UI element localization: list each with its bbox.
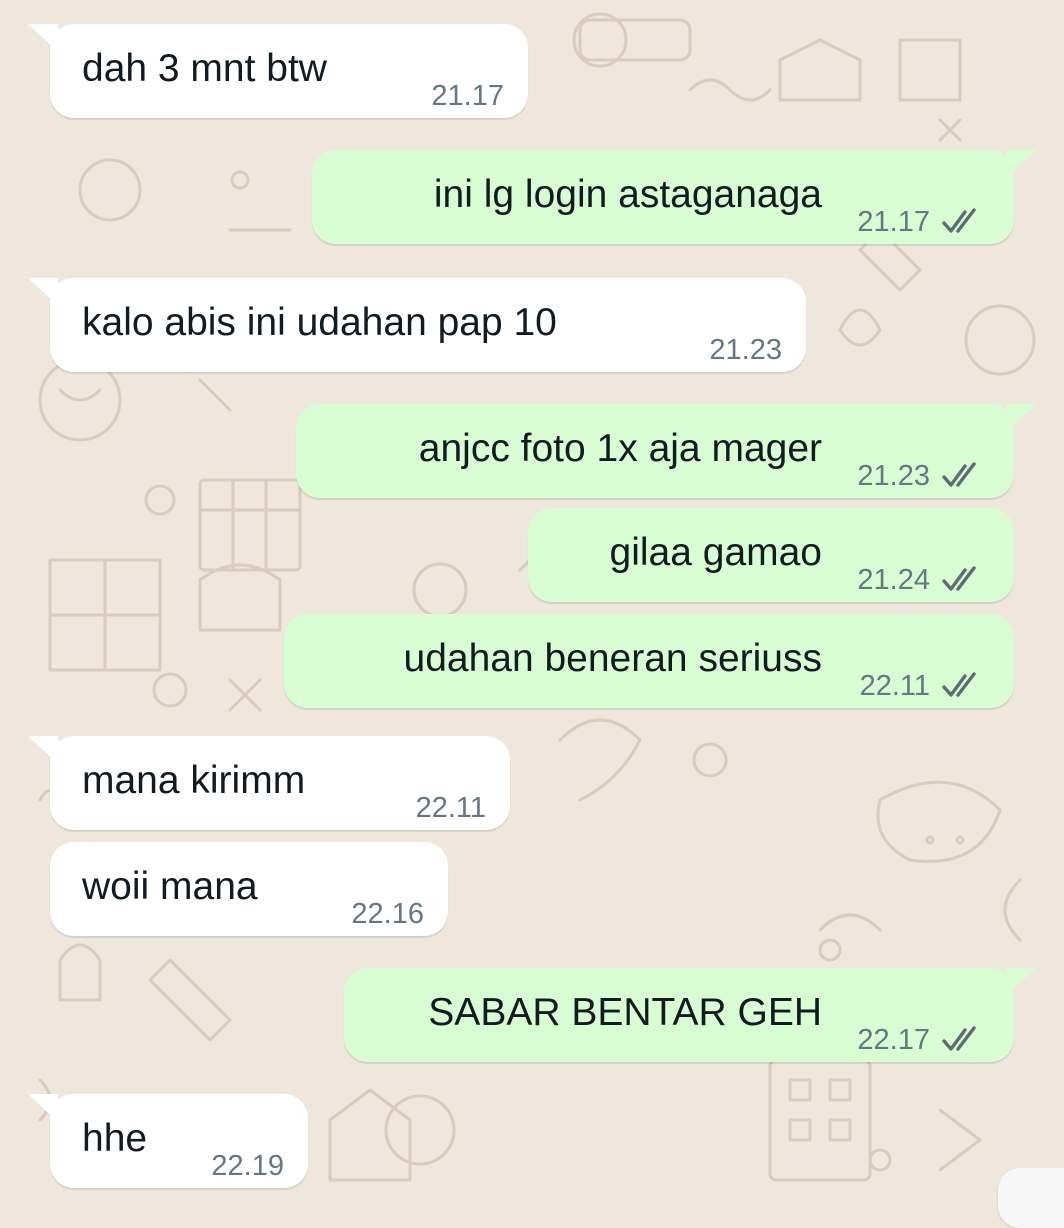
bubble-tail	[28, 736, 58, 764]
message-text: woii mana	[82, 865, 258, 908]
double-check-icon	[942, 672, 976, 697]
scroll-to-bottom-button[interactable]	[998, 1168, 1064, 1228]
message-bubble-incoming[interactable]: kalo abis ini udahan pap 10 21.23	[28, 278, 806, 372]
double-check-icon	[942, 566, 976, 591]
message-text: udahan beneran seriuss	[403, 637, 822, 680]
message-timestamp: 22.11	[415, 792, 486, 824]
double-check-icon	[942, 462, 976, 487]
message-timestamp: 21.23	[709, 334, 782, 366]
message-bubble-incoming[interactable]: mana kirimm 22.11	[28, 736, 510, 830]
message-timestamp: 22.17	[857, 1024, 930, 1056]
message-timestamp: 22.19	[211, 1150, 284, 1182]
double-check-icon	[942, 208, 976, 233]
bubble-tail	[1006, 150, 1036, 178]
message-timestamp: 22.16	[351, 898, 424, 930]
message-bubble-incoming[interactable]: dah 3 mnt btw 21.17	[28, 24, 528, 118]
message-text: gilaa gamao	[609, 531, 822, 574]
message-text: kalo abis ini udahan pap 10	[82, 301, 557, 344]
message-text: mana kirimm	[82, 759, 306, 802]
message-bubble-outgoing[interactable]: ini lg login astaganaga 21.17	[312, 150, 1036, 244]
message-timestamp: 21.17	[857, 206, 930, 238]
message-text: hhe	[82, 1117, 148, 1160]
message-timestamp: 21.23	[857, 460, 930, 492]
bubble-tail	[28, 278, 58, 306]
message-timestamp: 21.24	[857, 564, 930, 596]
bubble-tail	[28, 1094, 58, 1122]
message-bubble-outgoing[interactable]: udahan beneran seriuss 22.11	[284, 614, 1014, 708]
message-text: anjcc foto 1x aja mager	[418, 427, 822, 470]
message-text: SABAR BENTAR GEH	[428, 991, 822, 1034]
message-timestamp: 22.11	[859, 670, 930, 702]
bubble-tail	[1006, 404, 1036, 432]
message-text: ini lg login astaganaga	[433, 173, 822, 216]
message-bubble-incoming[interactable]: hhe 22.19	[28, 1094, 308, 1188]
message-bubble-outgoing[interactable]: SABAR BENTAR GEH 22.17	[344, 968, 1036, 1062]
message-bubble-incoming[interactable]: woii mana 22.16	[50, 842, 448, 936]
message-bubble-outgoing[interactable]: gilaa gamao 21.24	[528, 508, 1014, 602]
double-check-icon	[942, 1026, 976, 1051]
message-timestamp: 21.17	[431, 80, 504, 112]
message-text: dah 3 mnt btw	[82, 47, 327, 90]
bubble-tail	[28, 24, 58, 52]
message-bubble-outgoing[interactable]: anjcc foto 1x aja mager 21.23	[296, 404, 1036, 498]
bubble-tail	[1006, 968, 1036, 996]
